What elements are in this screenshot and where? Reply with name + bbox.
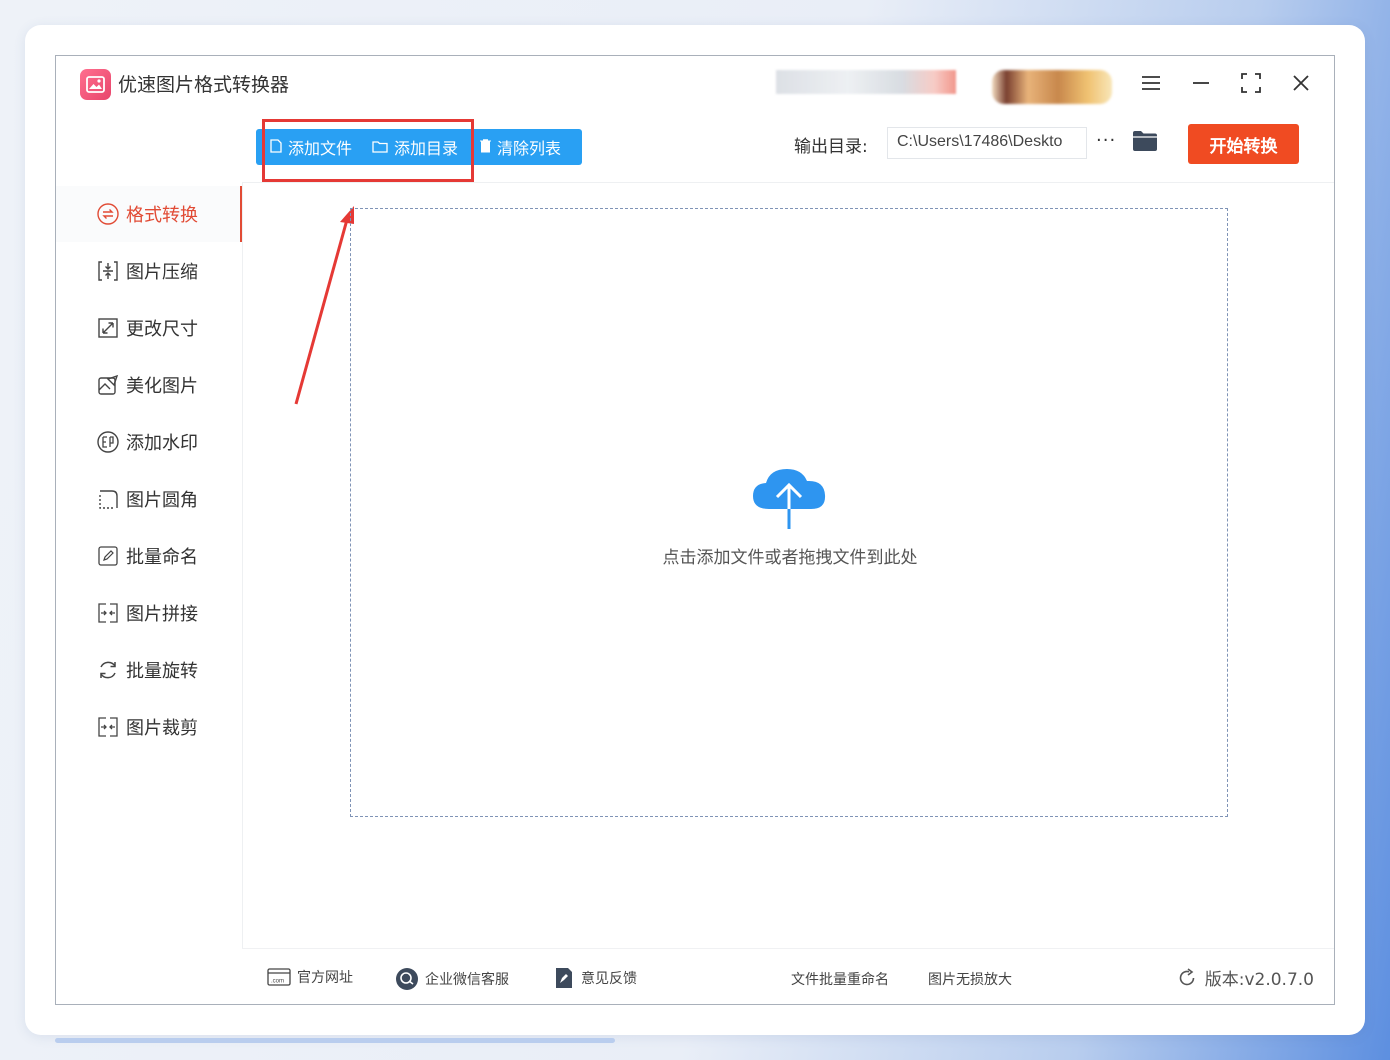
footer-website-label: 官方网址: [297, 970, 353, 986]
footer-feedback-label: 意见反馈: [581, 971, 637, 987]
drop-hint-text: 点击添加文件或者拖拽文件到此处: [662, 548, 918, 568]
progress-line: [55, 1038, 615, 1043]
app-logo-icon: [80, 69, 111, 100]
sidebar-item-label: 批量旋转: [126, 661, 198, 682]
sidebar-item-compress[interactable]: 图片压缩: [56, 243, 242, 299]
compress-icon: [96, 259, 120, 283]
version-label: 版本:v2.0.7.0: [1204, 970, 1314, 990]
open-folder-icon[interactable]: [1132, 130, 1158, 156]
sidebar-item-label: 图片压缩: [126, 262, 198, 283]
sidebar-item-label: 图片裁剪: [126, 718, 198, 739]
sidebar-item-round-corner[interactable]: 图片圆角: [56, 471, 242, 527]
crop-icon: [96, 715, 120, 739]
footer-feedback-link[interactable]: 意见反馈: [553, 967, 637, 989]
sidebar-item-watermark[interactable]: 添加水印: [56, 414, 242, 470]
footer-bar: .com 官方网址 企业微信客服 意见反馈 文件批量重命名 图片无损放大 版本:…: [242, 948, 1334, 1004]
clear-list-label: 清除列表: [497, 139, 562, 158]
refresh-icon: [1179, 967, 1195, 985]
rotate-icon: [96, 658, 120, 682]
output-dir-field[interactable]: C:\Users\17486\Deskto: [887, 127, 1087, 159]
sidebar-item-label: 图片圆角: [126, 490, 198, 511]
maximize-icon[interactable]: [1234, 68, 1268, 98]
clear-list-button[interactable]: 清除列表: [468, 129, 571, 165]
start-convert-button[interactable]: 开始转换: [1188, 124, 1299, 164]
sidebar-item-splice[interactable]: 图片拼接: [56, 585, 242, 641]
round-corner-icon: [96, 487, 120, 511]
sidebar-item-format-convert[interactable]: 格式转换: [56, 186, 242, 242]
beautify-icon: [96, 373, 120, 397]
convert-icon: [96, 202, 120, 226]
wechat-service-icon: [396, 968, 418, 990]
website-icon: .com: [267, 968, 291, 986]
svg-text:.com: .com: [271, 979, 284, 985]
rename-icon: [96, 544, 120, 568]
cloud-upload-icon: [753, 469, 826, 529]
sidebar-item-label: 美化图片: [126, 376, 198, 397]
sidebar-item-label: 格式转换: [126, 205, 198, 226]
toolbar-divider: [242, 182, 1334, 183]
minimize-icon[interactable]: [1184, 68, 1218, 98]
footer-batch-rename-link[interactable]: 文件批量重命名: [791, 969, 889, 989]
output-dir-label: 输出目录:: [794, 137, 868, 157]
sidebar-item-rotate[interactable]: 批量旋转: [56, 642, 242, 698]
sidebar-item-resize[interactable]: 更改尺寸: [56, 300, 242, 356]
feedback-icon: [556, 968, 572, 988]
app-title: 优速图片格式转换器: [118, 74, 290, 96]
splice-icon: [96, 601, 120, 625]
sidebar-item-crop[interactable]: 图片裁剪: [56, 699, 242, 755]
footer-wechat-link[interactable]: 企业微信客服: [395, 967, 509, 991]
sidebar-item-label: 图片拼接: [126, 604, 198, 625]
blurred-account-info: [776, 70, 956, 94]
close-icon[interactable]: [1284, 68, 1318, 98]
app-window: 优速图片格式转换器 添加文件 添加目录 清除列表 输出目录: C:\Users\…: [55, 55, 1335, 1005]
more-options-button[interactable]: ···: [1096, 130, 1116, 151]
sidebar-divider: [242, 182, 243, 1004]
blurred-avatar[interactable]: [992, 70, 1112, 104]
sidebar-item-label: 批量命名: [126, 547, 198, 568]
menu-icon[interactable]: [1134, 68, 1168, 98]
sidebar-item-beautify[interactable]: 美化图片: [56, 357, 242, 413]
title-bar: 优速图片格式转换器: [56, 56, 1334, 112]
sidebar-item-label: 添加水印: [126, 433, 198, 454]
resize-icon: [96, 316, 120, 340]
watermark-icon: [96, 430, 120, 454]
sidebar-item-label: 更改尺寸: [126, 319, 198, 340]
highlight-box: [262, 119, 474, 182]
file-drop-zone[interactable]: 点击添加文件或者拖拽文件到此处: [350, 208, 1228, 817]
footer-website-link[interactable]: .com 官方网址: [267, 967, 353, 987]
sidebar-item-batch-rename[interactable]: 批量命名: [56, 528, 242, 584]
trash-icon: [480, 138, 492, 157]
version-info[interactable]: 版本:v2.0.7.0: [1177, 965, 1314, 990]
footer-wechat-label: 企业微信客服: [425, 972, 509, 988]
footer-upscale-link[interactable]: 图片无损放大: [928, 969, 1012, 989]
